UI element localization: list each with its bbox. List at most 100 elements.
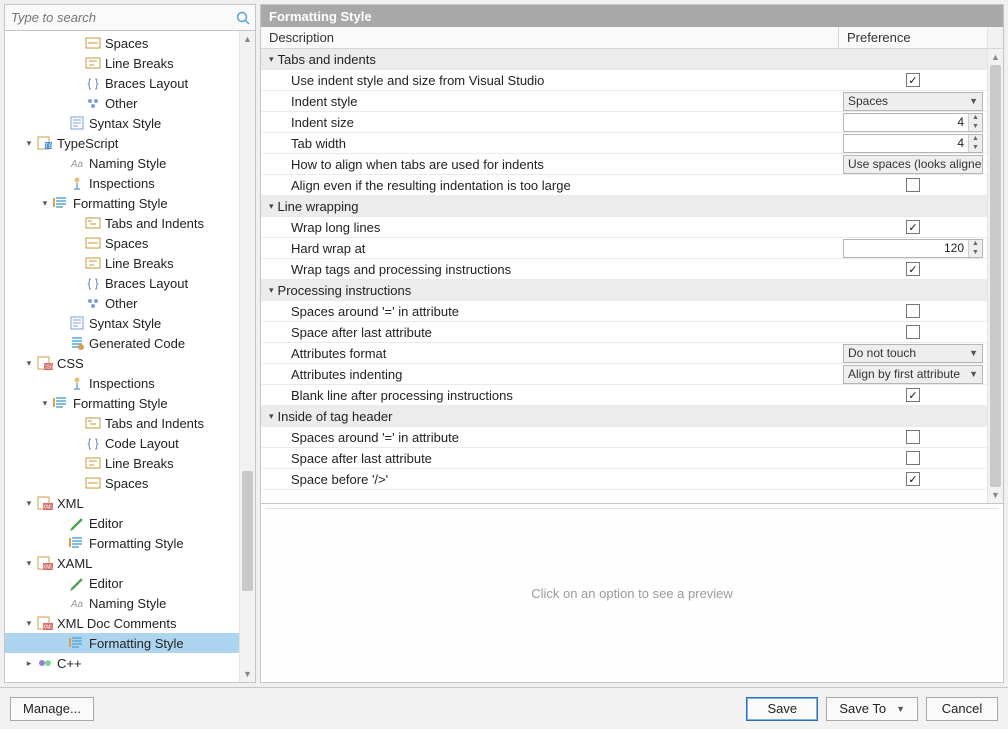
scroll-down-icon[interactable]: ▼ [240,666,255,682]
tree-node[interactable]: ▸Line Breaks [5,253,239,273]
checkbox[interactable]: ✓ [906,262,920,276]
checkbox[interactable] [906,178,920,192]
tree-node[interactable]: ▾CSSCSS [5,353,239,373]
setting-row[interactable]: Wrap tags and processing instructions✓ [261,259,987,280]
setting-row[interactable]: Space before '/>'✓ [261,469,987,490]
tree-node[interactable]: ▸Inspections [5,173,239,193]
tree-node[interactable]: ▸AaNaming Style [5,153,239,173]
setting-row[interactable]: Attributes formatDo not touch▼ [261,343,987,364]
group-header[interactable]: ▾Processing instructions [261,280,987,301]
tree-node[interactable]: ▸Inspections [5,373,239,393]
tree-node[interactable]: ▸Tabs and Indents [5,413,239,433]
tree-node[interactable]: ▸Editor [5,573,239,593]
scrollbar-thumb[interactable] [990,65,1001,487]
scroll-down-icon[interactable]: ▼ [988,487,1003,503]
tree-node[interactable]: ▾Formatting Style [5,193,239,213]
scrollbar-thumb[interactable] [242,471,253,591]
search-input[interactable] [9,8,235,27]
tree-node[interactable]: ▾Formatting Style [5,393,239,413]
group-header[interactable]: ▾Tabs and indents [261,49,987,70]
setting-row[interactable]: Align even if the resulting indentation … [261,175,987,196]
chevron-right-icon[interactable]: ▸ [23,658,35,669]
tree-node[interactable]: ▸Spaces [5,33,239,53]
group-header[interactable]: ▾Inside of tag header [261,406,987,427]
tree-node[interactable]: ▸Formatting Style [5,633,239,653]
chevron-down-icon[interactable]: ▾ [23,558,35,569]
checkbox[interactable]: ✓ [906,73,920,87]
setting-row[interactable]: Indent styleSpaces▼ [261,91,987,112]
scroll-up-icon[interactable]: ▲ [240,31,255,47]
chevron-down-icon[interactable]: ▾ [23,138,35,149]
setting-row[interactable]: Spaces around '=' in attribute [261,427,987,448]
tree-node[interactable]: ▸{ }Braces Layout [5,73,239,93]
tree-node[interactable]: ▾XMLXML Doc Comments [5,613,239,633]
chevron-down-icon[interactable]: ▾ [23,358,35,369]
chevron-down-icon[interactable]: ▾ [269,411,274,422]
setting-row[interactable]: Use indent style and size from Visual St… [261,70,987,91]
setting-row[interactable]: Space after last attribute [261,322,987,343]
setting-row[interactable]: How to align when tabs are used for inde… [261,154,987,175]
combo-box[interactable]: Use spaces (looks aligned▼ [843,155,983,174]
spin-down-icon[interactable]: ▼ [969,122,982,131]
tree-node[interactable]: ▸Tabs and Indents [5,213,239,233]
checkbox[interactable]: ✓ [906,472,920,486]
spin-down-icon[interactable]: ▼ [969,248,982,257]
chevron-down-icon[interactable]: ▾ [269,54,274,65]
save-button[interactable]: Save [746,697,818,721]
combo-box[interactable]: Do not touch▼ [843,344,983,363]
number-field[interactable]: 120▲▼ [843,239,983,258]
group-header[interactable]: ▾Line wrapping [261,196,987,217]
spin-up-icon[interactable]: ▲ [969,135,982,144]
tree-node[interactable]: ▸Spaces [5,473,239,493]
tree-node[interactable]: ▸{ }Code Layout [5,433,239,453]
tree-node[interactable]: ▸Other [5,93,239,113]
tree-node[interactable]: ▸Line Breaks [5,453,239,473]
tree-node[interactable]: ▾XMLXML [5,493,239,513]
number-field[interactable]: 4▲▼ [843,113,983,132]
tree-node[interactable]: ▸Formatting Style [5,533,239,553]
spin-down-icon[interactable]: ▼ [969,143,982,152]
cancel-button[interactable]: Cancel [926,697,998,721]
spinner[interactable]: ▲▼ [968,114,982,131]
tree-node[interactable]: ▸C++ [5,653,239,673]
tree-node[interactable]: ▸Syntax Style [5,113,239,133]
chevron-down-icon[interactable]: ▾ [39,198,51,209]
column-description[interactable]: Description [261,27,839,48]
combo-box[interactable]: Spaces▼ [843,92,983,111]
spin-up-icon[interactable]: ▲ [969,240,982,249]
setting-row[interactable]: Wrap long lines✓ [261,217,987,238]
checkbox[interactable] [906,304,920,318]
rows-scrollbar[interactable]: ▲ ▼ [987,49,1003,503]
tree-node[interactable]: ▸Spaces [5,233,239,253]
column-preference[interactable]: Preference [839,27,987,48]
chevron-down-icon[interactable]: ▾ [39,398,51,409]
spinner[interactable]: ▲▼ [968,135,982,152]
search-icon[interactable] [235,10,251,26]
chevron-down-icon[interactable]: ▾ [23,498,35,509]
setting-row[interactable]: Indent size4▲▼ [261,112,987,133]
chevron-down-icon[interactable]: ▾ [269,201,274,212]
combo-box[interactable]: Align by first attribute▼ [843,365,983,384]
setting-row[interactable]: Hard wrap at120▲▼ [261,238,987,259]
number-field[interactable]: 4▲▼ [843,134,983,153]
tree-node[interactable]: ▸{ }Braces Layout [5,273,239,293]
tree-node[interactable]: ▸Syntax Style [5,313,239,333]
checkbox[interactable] [906,451,920,465]
tree-scrollbar[interactable]: ▲ ▼ [239,31,255,682]
tree-node[interactable]: ▸Other [5,293,239,313]
setting-row[interactable]: Attributes indentingAlign by first attri… [261,364,987,385]
tree-node[interactable]: ▸AaNaming Style [5,593,239,613]
tree-node[interactable]: ▸Generated Code [5,333,239,353]
chevron-down-icon[interactable]: ▾ [23,618,35,629]
setting-row[interactable]: Tab width4▲▼ [261,133,987,154]
save-to-button[interactable]: Save To ▼ [826,697,918,721]
scroll-up-icon[interactable]: ▲ [988,49,1003,65]
tree[interactable]: ▸Spaces▸Line Breaks▸{ }Braces Layout▸Oth… [5,31,239,682]
setting-row[interactable]: Spaces around '=' in attribute [261,301,987,322]
tree-node[interactable]: ▾TSTypeScript [5,133,239,153]
checkbox[interactable]: ✓ [906,388,920,402]
checkbox[interactable] [906,430,920,444]
setting-row[interactable]: Blank line after processing instructions… [261,385,987,406]
checkbox[interactable] [906,325,920,339]
tree-node[interactable]: ▸Editor [5,513,239,533]
